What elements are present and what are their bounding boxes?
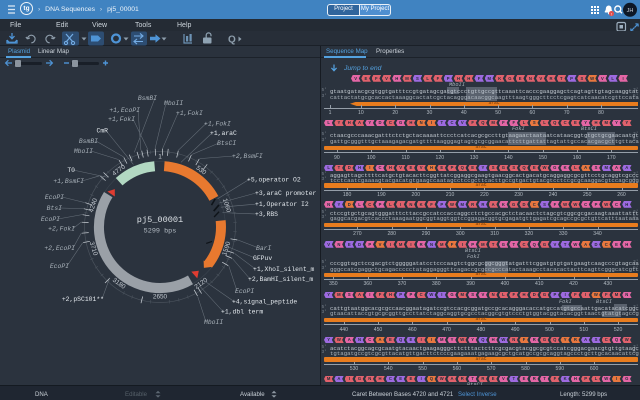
svg-text:MboII: MboII [204, 319, 223, 326]
svg-text:BarI: BarI [256, 245, 272, 252]
svg-text:BsmBI: BsmBI [138, 95, 157, 102]
svg-text:1: 1 [158, 154, 162, 161]
svg-text:EcoPI: EcoPI [41, 216, 60, 223]
svg-text:+2,FokI: +2,FokI [48, 226, 75, 233]
svg-text:!: ! [611, 11, 612, 16]
svg-text:2650: 2650 [153, 294, 168, 301]
svg-text:BtsCI: BtsCI [217, 140, 236, 147]
svg-text:+1,BsmFI: +1,BsmFI [53, 178, 84, 185]
svg-text:+1,FokI: +1,FokI [204, 121, 231, 128]
svg-text:Q: Q [228, 35, 236, 46]
svg-text:+2,BamHI_silent_m: +2,BamHI_silent_m [248, 276, 313, 283]
svg-text:+1,FokI: +1,FokI [108, 116, 135, 123]
svg-text:2120: 2120 [193, 276, 209, 290]
svg-text:+1,XhoI_silent_m: +1,XhoI_silent_m [253, 266, 315, 273]
svg-text:+2,pSC101**: +2,pSC101** [62, 296, 104, 303]
svg-text:CmR: CmR [96, 128, 108, 135]
svg-text:+1,araC: +1,araC [210, 130, 237, 137]
svg-text:EcoPI: EcoPI [235, 288, 254, 295]
svg-text:5299 bps: 5299 bps [144, 228, 177, 236]
svg-text:EcoPI: EcoPI [50, 263, 69, 270]
svg-text:pj5_00001: pj5_00001 [137, 215, 183, 225]
svg-text:+1,dbl term: +1,dbl term [221, 309, 263, 316]
svg-text:T0: T0 [67, 167, 75, 174]
svg-text:EcoPI: EcoPI [45, 194, 64, 201]
svg-text:+1,FokI: +1,FokI [176, 110, 203, 117]
svg-text:+2,EcoPI: +2,EcoPI [44, 245, 75, 252]
svg-text:BtsI: BtsI [47, 205, 63, 212]
svg-text:BsmBI: BsmBI [79, 138, 98, 145]
svg-text:+2,BsmFI: +2,BsmFI [232, 153, 263, 160]
svg-text:+4,signal_peptide: +4,signal_peptide [232, 299, 297, 306]
svg-text:+3,RBS: +3,RBS [255, 211, 278, 218]
svg-text:MboII: MboII [74, 148, 93, 155]
svg-text:+5,operator O2: +5,operator O2 [247, 177, 301, 184]
svg-text:+3,araC promoter: +3,araC promoter [255, 190, 317, 197]
svg-text:MboII: MboII [164, 100, 183, 107]
svg-text:+1,Operator I2: +1,Operator I2 [255, 201, 309, 208]
svg-text:+1,EcoPI: +1,EcoPI [109, 107, 140, 114]
svg-text:JH: JH [627, 8, 634, 14]
svg-text:GFPuv: GFPuv [253, 255, 272, 262]
